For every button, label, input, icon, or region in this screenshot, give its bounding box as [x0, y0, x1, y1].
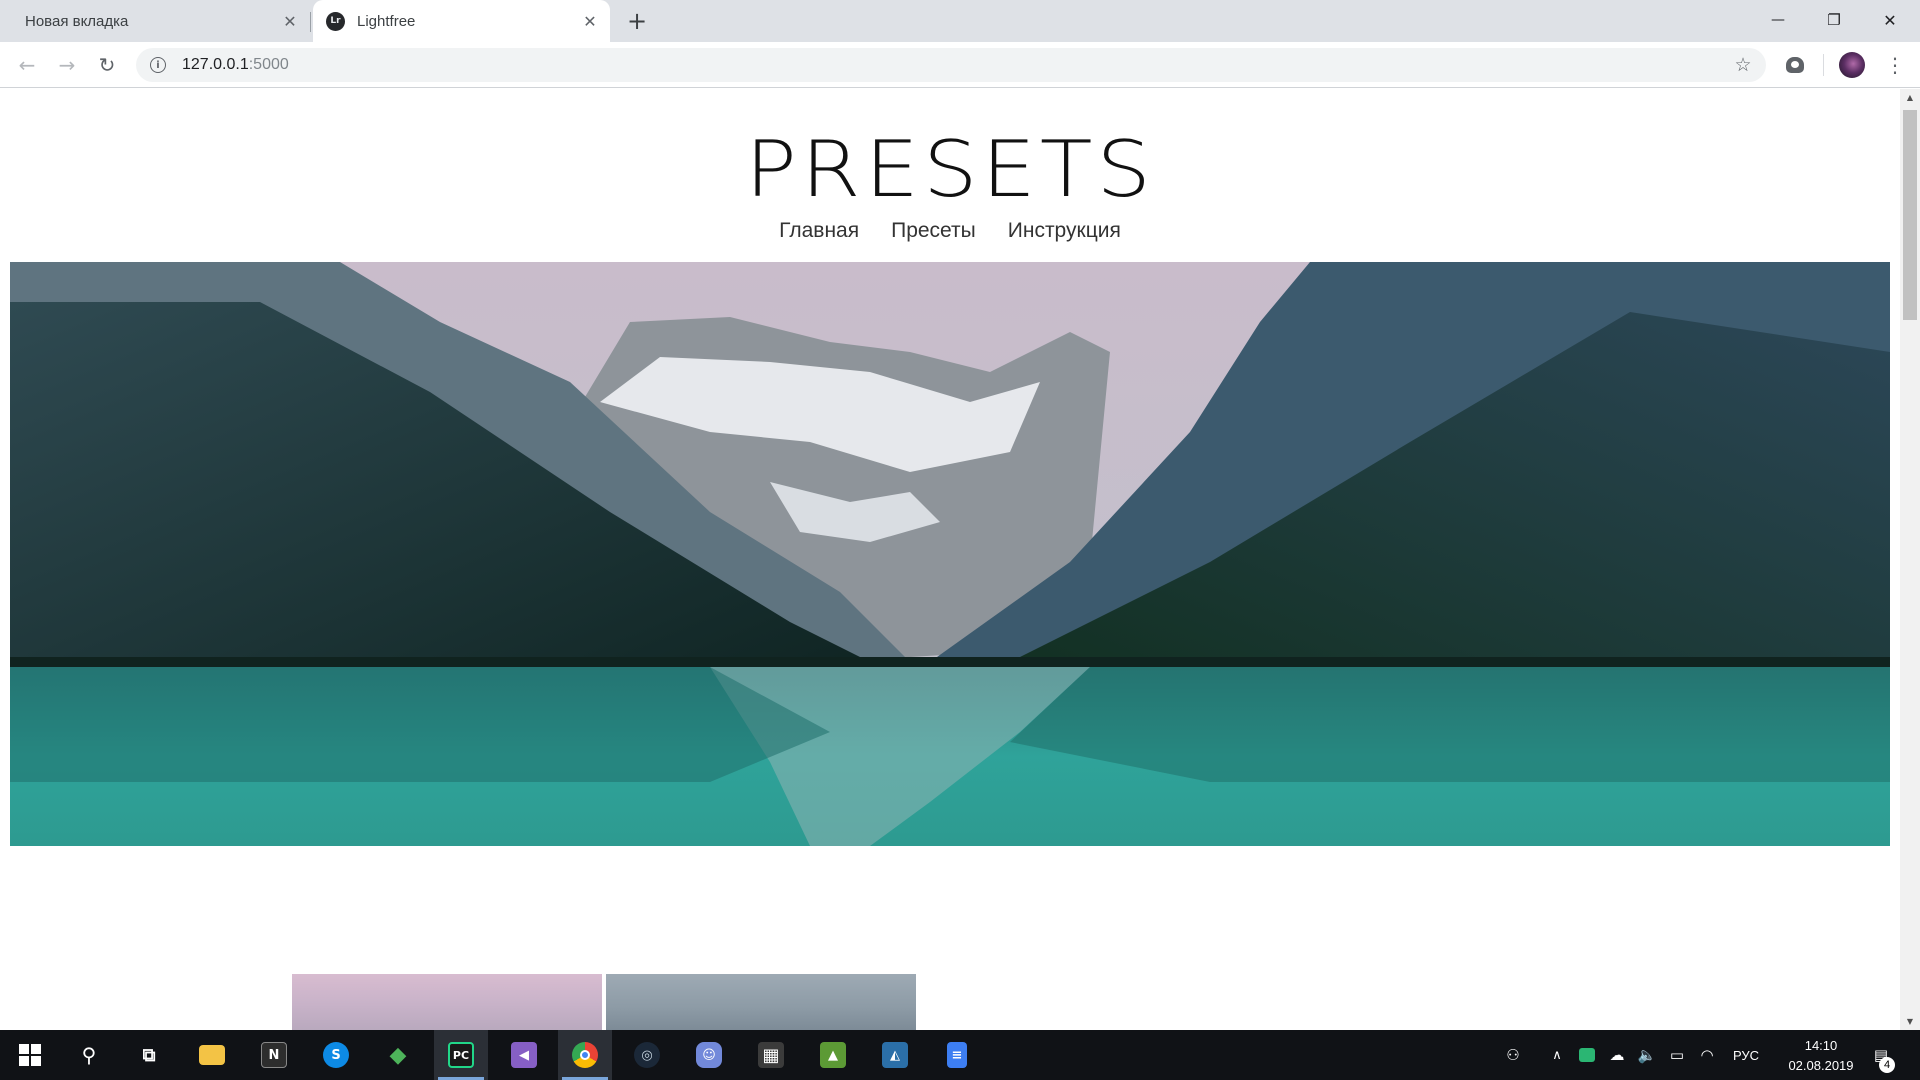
- taskbar-file-explorer[interactable]: [185, 1030, 239, 1080]
- clock-time[interactable]: 14:10: [1792, 1038, 1850, 1053]
- windows-logo-icon: [19, 1044, 41, 1066]
- url-port: :5000: [248, 56, 289, 73]
- address-bar[interactable]: i 127.0.0.1:5000 ☆: [136, 48, 1766, 82]
- site-info-icon[interactable]: i: [150, 57, 166, 73]
- tab-new-tab[interactable]: Новая вкладка ✕: [0, 0, 310, 42]
- taskbar-google-docs[interactable]: ≡: [930, 1030, 984, 1080]
- google-docs-icon: ≡: [947, 1042, 967, 1068]
- restore-button[interactable]: ❐: [1806, 0, 1862, 40]
- browser-window: Новая вкладка ✕ Lr Lightfree ✕ + — ❐ ✕ ←…: [0, 0, 1920, 1080]
- toolbar-divider: [1823, 54, 1824, 76]
- taskbar-mysql-workbench[interactable]: ◭: [868, 1030, 922, 1080]
- taskbar-visual-studio[interactable]: ◀: [497, 1030, 551, 1080]
- input-language[interactable]: РУС: [1733, 1048, 1759, 1063]
- search-icon: ⚲: [81, 1043, 97, 1067]
- url-text[interactable]: 127.0.0.1:5000: [182, 56, 1728, 74]
- url-host: 127.0.0.1: [182, 56, 249, 73]
- scroll-thumb[interactable]: [1903, 110, 1917, 320]
- page-viewport: PRESETS Главная Пресеты Инструкция: [0, 89, 1900, 1030]
- tab-lightfree[interactable]: Lr Lightfree ✕: [313, 0, 610, 42]
- scroll-down-arrow-icon[interactable]: ▼: [1900, 1013, 1920, 1030]
- tab-strip: Новая вкладка ✕ Lr Lightfree ✕ + — ❐ ✕: [0, 0, 1920, 42]
- hero-image: [10, 262, 1890, 846]
- notification-count-badge: 4: [1879, 1057, 1895, 1073]
- browser-menu-icon[interactable]: ⋮: [1880, 50, 1910, 80]
- taskbar-steam[interactable]: ◎: [620, 1030, 674, 1080]
- volume-icon[interactable]: 🔈: [1636, 1044, 1658, 1066]
- wifi-icon[interactable]: ◠: [1696, 1044, 1718, 1066]
- scroll-up-arrow-icon[interactable]: ▲: [1900, 89, 1920, 106]
- site-navigation: Главная Пресеты Инструкция: [0, 219, 1900, 243]
- nav-link-instructions[interactable]: Инструкция: [1008, 219, 1121, 243]
- minecraft-icon: ▲: [820, 1042, 846, 1068]
- bookmark-star-icon[interactable]: ☆: [1728, 50, 1758, 80]
- taskbar-notion[interactable]: N: [247, 1030, 301, 1080]
- taskbar-gitkraken[interactable]: ◆: [371, 1030, 425, 1080]
- tab-close-icon[interactable]: ✕: [280, 11, 300, 31]
- taskbar-minecraft[interactable]: ▲: [806, 1030, 860, 1080]
- tab-title: Новая вкладка: [25, 12, 129, 30]
- show-hidden-icons-icon[interactable]: ∧: [1546, 1044, 1568, 1066]
- mountain-lake-illustration: [10, 262, 1890, 846]
- tab-close-icon[interactable]: ✕: [580, 11, 600, 31]
- page-scrollbar[interactable]: ▲ ▼: [1900, 89, 1920, 1030]
- taskbar-chrome[interactable]: [558, 1030, 612, 1080]
- back-button[interactable]: ←: [11, 49, 43, 81]
- taskbar-skype[interactable]: S: [309, 1030, 363, 1080]
- site-logo[interactable]: PRESETS: [0, 131, 1900, 208]
- folder-icon: [199, 1045, 225, 1065]
- notion-icon: N: [261, 1042, 287, 1068]
- forward-button[interactable]: →: [51, 49, 83, 81]
- taskbar-discord[interactable]: ☺: [682, 1030, 736, 1080]
- battery-icon[interactable]: ▭: [1666, 1044, 1688, 1066]
- tray-app-icon[interactable]: [1576, 1044, 1598, 1066]
- reload-button[interactable]: ↻: [91, 49, 123, 81]
- taskbar-task-view[interactable]: ⧉: [122, 1030, 176, 1080]
- extension-icon[interactable]: [1783, 53, 1807, 77]
- nav-link-presets[interactable]: Пресеты: [891, 219, 976, 243]
- chrome-center-icon: [580, 1050, 590, 1060]
- new-tab-button[interactable]: +: [624, 7, 650, 35]
- discord-icon: ☺: [696, 1042, 722, 1068]
- visual-studio-icon: ◀: [511, 1042, 537, 1068]
- git-kraken-icon: ◆: [389, 1042, 407, 1068]
- people-icon[interactable]: ⚇: [1502, 1044, 1524, 1066]
- close-window-button[interactable]: ✕: [1862, 0, 1918, 40]
- tab-title: Lightfree: [357, 12, 416, 30]
- taskbar-pycharm[interactable]: PC: [434, 1030, 488, 1080]
- chrome-icon: [572, 1042, 598, 1068]
- minimize-button[interactable]: —: [1750, 0, 1806, 40]
- nav-link-home[interactable]: Главная: [779, 219, 859, 243]
- onedrive-icon[interactable]: ☁: [1606, 1044, 1628, 1066]
- taskbar-calculator[interactable]: ▦: [744, 1030, 798, 1080]
- task-view-icon: ⧉: [142, 1044, 156, 1066]
- steam-icon: ◎: [634, 1042, 660, 1068]
- start-button[interactable]: [3, 1030, 57, 1080]
- preset-thumbnail[interactable]: [606, 974, 916, 1030]
- tab-separator: [310, 12, 311, 32]
- profile-avatar[interactable]: [1839, 52, 1865, 78]
- lightroom-favicon-icon: Lr: [326, 11, 345, 31]
- browser-toolbar: ← → ↻ i 127.0.0.1:5000 ☆ ⋮: [0, 42, 1920, 88]
- mysql-workbench-icon: ◭: [882, 1042, 908, 1068]
- windows-taskbar: ⚲ ⧉ N S ◆ PC ◀ ◎ ☺ ▦ ▲ ◭ ≡ ⚇ ∧ ☁ 🔈 ▭ ◠ Р…: [0, 1030, 1920, 1080]
- pycharm-icon: PC: [448, 1042, 474, 1068]
- clock-date[interactable]: 02.08.2019: [1772, 1058, 1870, 1073]
- extension-shield-icon: [1786, 57, 1804, 73]
- skype-icon: S: [323, 1042, 349, 1068]
- calculator-icon: ▦: [758, 1042, 784, 1068]
- preset-thumbnail[interactable]: [292, 974, 602, 1030]
- taskbar-search[interactable]: ⚲: [62, 1030, 116, 1080]
